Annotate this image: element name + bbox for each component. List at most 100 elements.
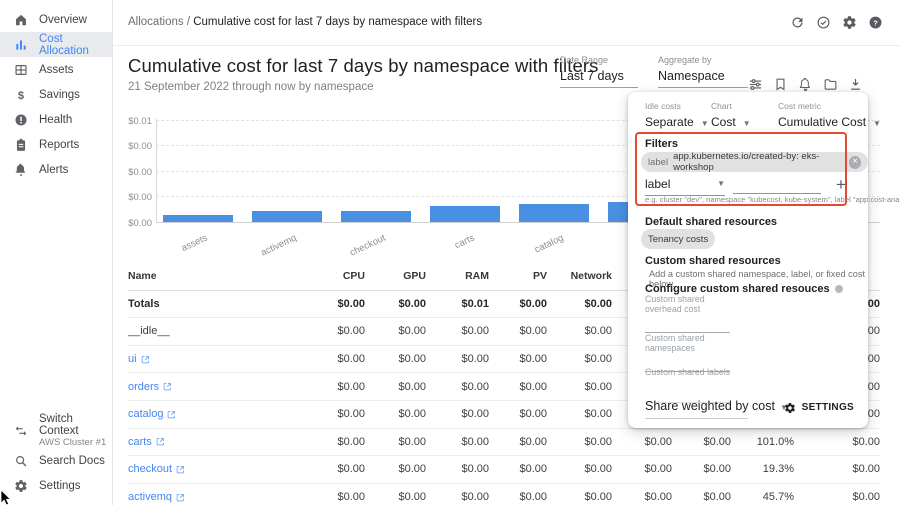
date-range-select[interactable]: Date Range Last 7 days [560, 55, 638, 88]
bar-catalog[interactable] [519, 204, 589, 222]
column-header-cpu[interactable]: CPU [318, 270, 365, 282]
field-label: Custom shared namespaces [645, 334, 707, 353]
chevron-down-icon: ▼ [873, 119, 881, 128]
sidebar-item-search-docs[interactable]: Search Docs [0, 448, 112, 473]
filter-chip-key: label [648, 157, 668, 168]
external-link-icon [176, 465, 185, 474]
panel-select-cost-metric[interactable]: Cost metricCumulative Cost▼ [778, 101, 854, 129]
namespace-link[interactable]: orders [128, 381, 172, 393]
cell-value: $0.00 [318, 353, 365, 365]
gear-icon [13, 478, 28, 493]
topbar: Allocations / Cumulative cost for last 7… [113, 0, 900, 46]
gear-icon[interactable] [841, 14, 857, 30]
sidebar-item-label: Cost Allocation [39, 33, 112, 57]
sidebar-item-switch-context[interactable]: Switch ContextAWS Cluster #1 [0, 414, 112, 448]
bookmark-icon[interactable] [773, 77, 788, 92]
tune-icon[interactable] [748, 77, 763, 92]
share-weighted-select[interactable]: Share weighted by cost▼ [645, 399, 748, 419]
cell-value: $0.00 [365, 491, 426, 503]
info-icon [835, 285, 843, 293]
cell-value: 45.7% [731, 491, 794, 503]
sidebar-item-overview[interactable]: Overview [0, 7, 112, 32]
filter-value-input[interactable] [733, 177, 821, 194]
cell-value: $0.00 [489, 381, 547, 393]
topbar-icons: ? [789, 14, 883, 30]
aggregate-by-select[interactable]: Aggregate by Namespace [658, 55, 748, 88]
column-header-ram[interactable]: RAM [426, 270, 489, 282]
cell-value: $0.00 [489, 408, 547, 420]
switch-context-icon [13, 424, 28, 439]
search-icon [13, 453, 28, 468]
cell-value: $0.00 [489, 491, 547, 503]
sidebar-item-reports[interactable]: Reports [0, 132, 112, 157]
x-axis-tick-label: assets [180, 233, 210, 255]
cell-value: $0.00 [794, 436, 880, 448]
refresh-icon[interactable] [789, 14, 805, 30]
cell-value: $0.00 [365, 408, 426, 420]
column-header-network[interactable]: Network [547, 270, 612, 282]
date-range-value[interactable]: Last 7 days [560, 69, 638, 88]
x-axis-tick-label: checkout [348, 233, 387, 259]
column-header-gpu[interactable]: GPU [365, 270, 426, 282]
column-header-name[interactable]: Name [128, 270, 318, 282]
row-name: __idle__ [128, 325, 318, 337]
bell-icon[interactable] [798, 77, 813, 92]
x-axis-tick-label: carts [453, 233, 476, 252]
aggregate-by-value[interactable]: Namespace [658, 69, 748, 88]
cell-value: $0.00 [365, 436, 426, 448]
breadcrumb-allocations[interactable]: Allocations [128, 16, 184, 28]
svg-text:$: $ [17, 90, 23, 102]
namespace-link[interactable]: carts [128, 436, 165, 448]
sidebar-item-cost-allocation[interactable]: Cost Allocation [0, 32, 112, 57]
remove-filter-icon[interactable]: × [849, 156, 861, 169]
cell-value: 101.0% [731, 436, 794, 448]
check-circle-icon[interactable] [815, 14, 831, 30]
sidebar-item-savings[interactable]: $Savings [0, 82, 112, 107]
sidebar-item-health[interactable]: Health [0, 107, 112, 132]
cell-value: $0.00 [365, 381, 426, 393]
edit-settings-panel: Idle costsSeparate▼ ChartCost▼ Cost metric… [628, 92, 868, 428]
cell-value: $0.00 [489, 298, 547, 310]
tenancy-costs-chip[interactable]: Tenancy costs [641, 229, 715, 249]
external-link-icon [167, 410, 176, 419]
cell-value: $0.00 [612, 436, 672, 448]
table-row-carts: carts$0.00$0.00$0.00$0.00$0.00$0.00$0.00… [128, 429, 880, 457]
folder-icon[interactable] [823, 77, 838, 92]
bar-checkout[interactable] [341, 211, 411, 222]
external-link-icon [176, 493, 185, 502]
panel-select-chart[interactable]: ChartCost▼ [711, 101, 767, 129]
panel-select-idle-costs[interactable]: Idle costsSeparate▼ [645, 101, 700, 129]
add-filter-button[interactable]: + [833, 175, 849, 195]
column-header-pv[interactable]: PV [489, 270, 547, 282]
external-link-icon [163, 382, 172, 391]
home-icon [13, 12, 28, 27]
panel-selects: Idle costsSeparate▼ ChartCost▼ Cost metric… [645, 101, 854, 129]
sidebar-item-label: Reports [39, 139, 79, 151]
sidebar-item-assets[interactable]: Assets [0, 57, 112, 82]
cell-value: $0.00 [426, 325, 489, 337]
chevron-down-icon: ▼ [717, 179, 725, 188]
filter-type-select[interactable]: label▼ [645, 177, 725, 196]
custom-shared-overhead-input[interactable] [645, 319, 730, 333]
sidebar-item-label: Assets [39, 64, 74, 76]
svg-text:?: ? [873, 18, 878, 27]
sidebar-item-settings[interactable]: Settings [0, 473, 112, 498]
panel-settings-button[interactable]: SETTINGS [784, 401, 854, 413]
gear-icon [784, 401, 796, 418]
table-row-activemq: activemq$0.00$0.00$0.00$0.00$0.00$0.00$0… [128, 484, 880, 505]
namespace-link[interactable]: catalog [128, 408, 176, 420]
sidebar-item-alerts[interactable]: Alerts [0, 157, 112, 182]
namespace-link[interactable]: ui [128, 353, 150, 365]
cell-value: $0.00 [794, 463, 880, 475]
x-axis-tick-label: catalog [533, 233, 565, 256]
namespace-link[interactable]: checkout [128, 463, 185, 475]
bar-assets[interactable] [163, 215, 233, 222]
cell-value: $0.00 [489, 325, 547, 337]
bar-activemq[interactable] [252, 211, 322, 222]
bar-carts[interactable] [430, 206, 500, 222]
table-row-checkout: checkout$0.00$0.00$0.00$0.00$0.00$0.00$0… [128, 456, 880, 484]
cell-value: $0.00 [426, 353, 489, 365]
namespace-link[interactable]: activemq [128, 491, 185, 503]
help-icon[interactable]: ? [867, 14, 883, 30]
download-icon[interactable] [848, 77, 863, 92]
